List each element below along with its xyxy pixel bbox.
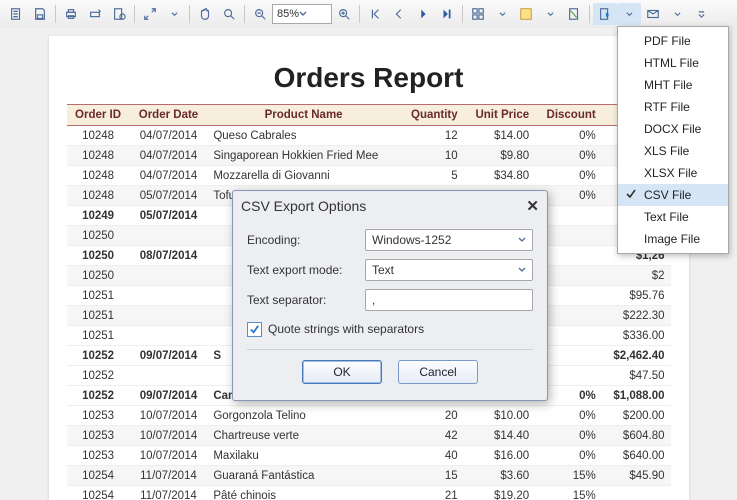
- table-row: 1025310/07/2014Maxilaku40$16.000%$640.00: [67, 446, 671, 466]
- chevron-down-icon: [518, 266, 526, 274]
- export-menu-item[interactable]: Text File: [618, 206, 728, 228]
- export-menu-item[interactable]: XLSX File: [618, 162, 728, 184]
- export-menu-item[interactable]: HTML File: [618, 52, 728, 74]
- quick-print-icon[interactable]: [83, 3, 107, 25]
- last-page-icon[interactable]: [435, 3, 459, 25]
- separator-input[interactable]: ,: [365, 289, 533, 311]
- separator: [247, 349, 533, 350]
- separator: [462, 5, 463, 23]
- toolbar: 85%: [0, 0, 737, 29]
- export-menu-item[interactable]: Image File: [618, 228, 728, 250]
- quote-checkbox-row[interactable]: Quote strings with separators: [247, 317, 533, 341]
- separator: [589, 5, 590, 23]
- magnifier-icon[interactable]: [217, 3, 241, 25]
- separator: [359, 5, 360, 23]
- cancel-button[interactable]: Cancel: [398, 360, 478, 384]
- zoom-out-icon[interactable]: [248, 3, 272, 25]
- multipage-icon[interactable]: [466, 3, 490, 25]
- separator: [189, 5, 190, 23]
- separator: [134, 5, 135, 23]
- print-icon[interactable]: [59, 3, 83, 25]
- checkbox-icon: [247, 322, 262, 337]
- col-header: Unit Price: [464, 105, 535, 126]
- close-icon[interactable]: ✕: [526, 197, 539, 215]
- zoom-value: 85%: [277, 8, 299, 20]
- col-header: Discount: [535, 105, 602, 126]
- table-row: 1025310/07/2014Gorgonzola Telino20$10.00…: [67, 406, 671, 426]
- overflow-dropdown-icon[interactable]: [689, 3, 713, 25]
- ok-button[interactable]: OK: [302, 360, 382, 384]
- export-icon[interactable]: [593, 3, 617, 25]
- report-title: Orders Report: [67, 62, 671, 94]
- next-page-icon[interactable]: [411, 3, 435, 25]
- hand-tool-icon[interactable]: [193, 3, 217, 25]
- dialog-title: CSV Export Options: [241, 198, 366, 214]
- save-icon[interactable]: [28, 3, 52, 25]
- table-row: 1025310/07/2014Chartreuse verte42$14.400…: [67, 426, 671, 446]
- watermark-icon[interactable]: [562, 3, 586, 25]
- table-row: 1025411/07/2014Guaraná Fantástica15$3.60…: [67, 466, 671, 486]
- prev-page-icon[interactable]: [387, 3, 411, 25]
- email-icon[interactable]: [641, 3, 665, 25]
- export-menu: PDF FileHTML FileMHT FileRTF FileDOCX Fi…: [617, 26, 729, 254]
- separator: [55, 5, 56, 23]
- col-header: Order Date: [130, 105, 208, 126]
- check-icon: [624, 187, 638, 201]
- separator: [244, 5, 245, 23]
- mode-select[interactable]: Text: [365, 259, 533, 281]
- col-header: Order ID: [67, 105, 130, 126]
- document-icon[interactable]: [4, 3, 28, 25]
- table-row: 1024804/07/2014Mozzarella di Giovanni5$3…: [67, 166, 671, 186]
- zoom-in-icon[interactable]: [332, 3, 356, 25]
- encoding-label: Encoding:: [247, 233, 365, 247]
- email-dropdown-icon[interactable]: [665, 3, 689, 25]
- csv-export-dialog: CSV Export Options ✕ Encoding: Windows-1…: [232, 190, 548, 401]
- col-header: Quantity: [400, 105, 464, 126]
- quote-label: Quote strings with separators: [268, 322, 424, 336]
- multipage-dropdown-icon[interactable]: [490, 3, 514, 25]
- export-menu-item[interactable]: CSV File: [618, 184, 728, 206]
- chevron-down-icon: [518, 236, 526, 244]
- separator-label: Text separator:: [247, 293, 365, 307]
- page-setup-icon[interactable]: [107, 3, 131, 25]
- backcolor-dropdown-icon[interactable]: [538, 3, 562, 25]
- backcolor-icon[interactable]: [514, 3, 538, 25]
- col-header: Product Name: [207, 105, 400, 126]
- scale-icon[interactable]: [138, 3, 162, 25]
- table-row: 1024804/07/2014Queso Cabrales12$14.000%$…: [67, 126, 671, 146]
- scale-dropdown-icon[interactable]: [162, 3, 186, 25]
- zoom-input[interactable]: 85%: [272, 4, 332, 24]
- export-menu-item[interactable]: MHT File: [618, 74, 728, 96]
- encoding-select[interactable]: Windows-1252: [365, 229, 533, 251]
- export-dropdown-icon[interactable]: [617, 3, 641, 25]
- table-row: 1025411/07/2014Pâté chinois21$19.2015%: [67, 486, 671, 500]
- export-menu-item[interactable]: RTF File: [618, 96, 728, 118]
- export-menu-item[interactable]: XLS File: [618, 140, 728, 162]
- export-menu-item[interactable]: DOCX File: [618, 118, 728, 140]
- export-menu-item[interactable]: PDF File: [618, 30, 728, 52]
- table-row: 1024804/07/2014Singaporean Hokkien Fried…: [67, 146, 671, 166]
- mode-label: Text export mode:: [247, 263, 365, 277]
- first-page-icon[interactable]: [363, 3, 387, 25]
